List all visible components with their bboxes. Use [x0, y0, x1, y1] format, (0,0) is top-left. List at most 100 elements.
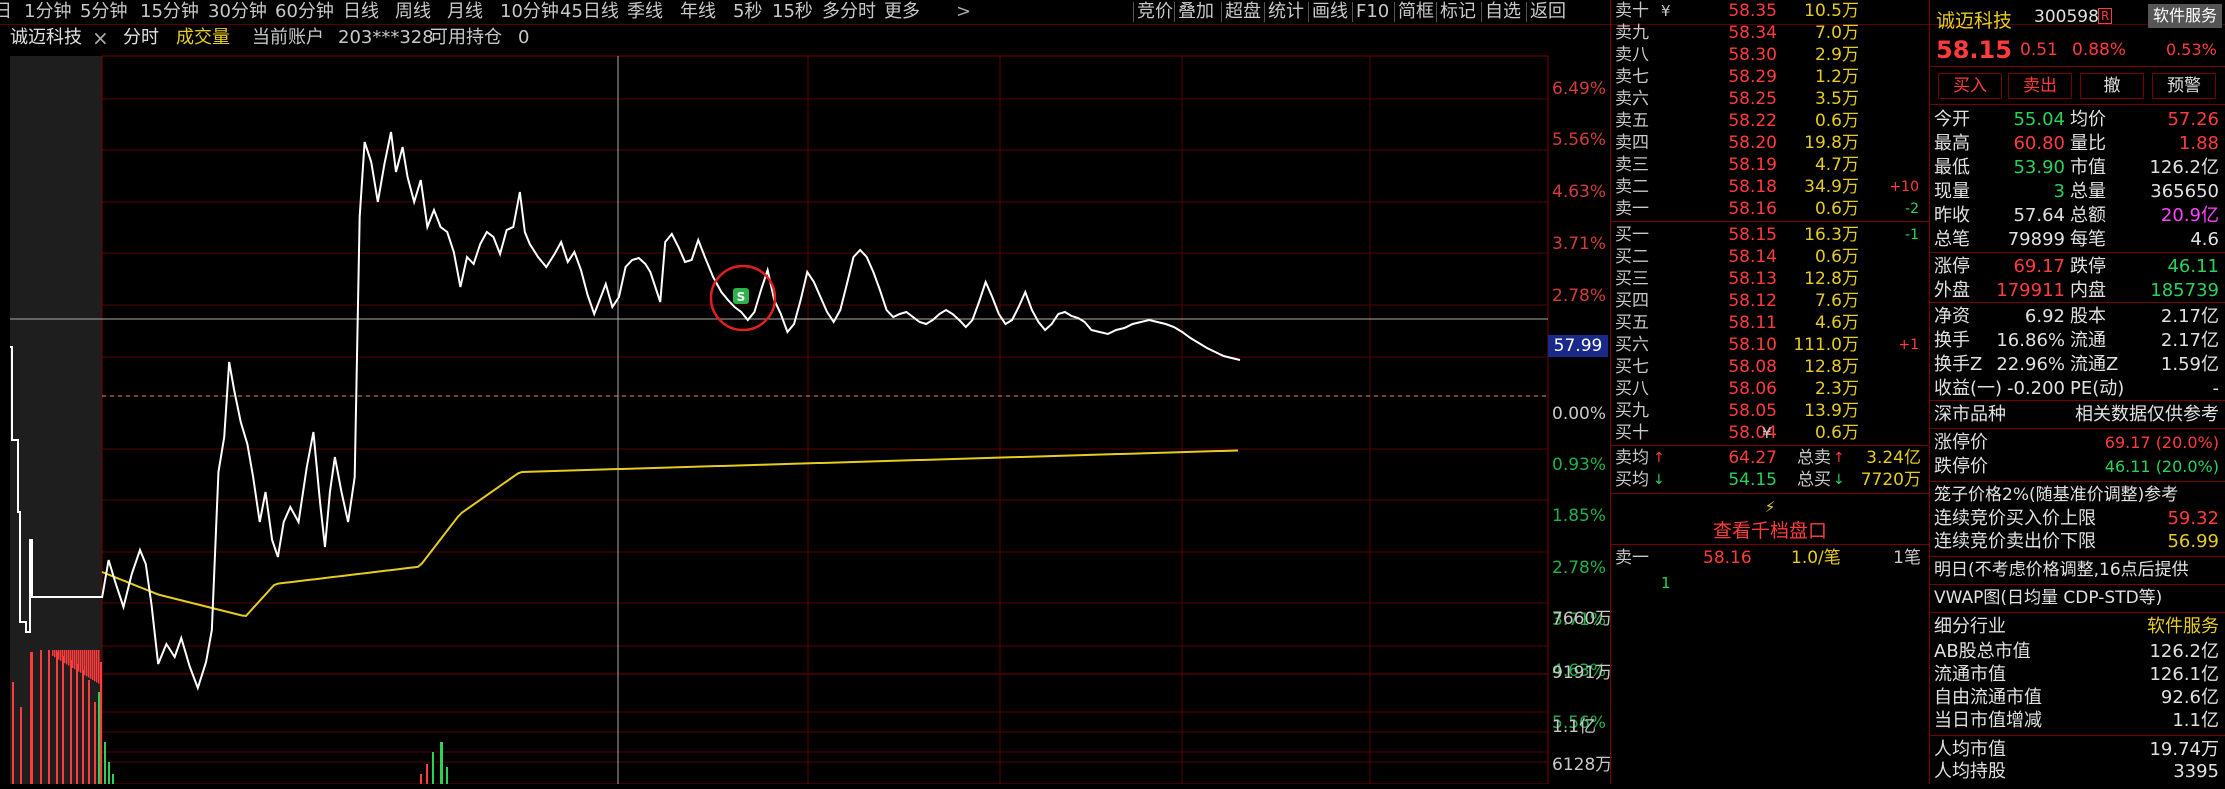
period-tab-3[interactable]: 15分钟 [140, 0, 199, 24]
period-tab-11[interactable]: 季线 [627, 0, 663, 24]
period-tab-4[interactable]: 30分钟 [208, 0, 267, 24]
quote-row: 现量 3 总量 365650 [1930, 180, 2225, 203]
period-tab-15[interactable]: 多分时 [822, 0, 876, 24]
ask-row[interactable]: 卖八 58.30 2.9万 [1611, 45, 1929, 66]
bid-row[interactable]: 买四 58.12 7.6万 [1611, 291, 1929, 312]
period-tab-16[interactable]: 更多 [884, 0, 920, 24]
intraday-chart[interactable]: S 6.49% 5.56% 4.63% 3.71% 2.78% 1.85% 0.00% 0.9… [0, 52, 1612, 785]
quote-row: 换手Z 22.96% 流通Z 1.59亿 [1930, 353, 2225, 376]
indicator-label[interactable]: 成交量 [176, 24, 230, 52]
period-tab-6[interactable]: 日线 [343, 0, 379, 24]
period-tab-2[interactable]: 5分钟 [80, 0, 127, 24]
ask-row[interactable]: 卖七 58.29 1.2万 [1611, 67, 1929, 88]
tomorrow-note[interactable]: 明日(不考虑价格调整,16点后提供 [1934, 559, 2189, 582]
close-icon[interactable]: × [92, 24, 109, 52]
tomorrow-row[interactable]: 明日(不考虑价格调整,16点后提供 [1930, 559, 2225, 582]
price-change: 0.51 [2020, 40, 2058, 60]
vwap-row[interactable]: VWAP图(日均量 CDP-STD等) [1930, 587, 2225, 610]
volume-bar [432, 752, 434, 784]
ask-row[interactable]: 卖四 58.20 19.8万 [1611, 133, 1929, 154]
limit-up-value: 69.17 (20.0%) [2104, 433, 2219, 452]
period-tab-9[interactable]: 10分钟 [500, 0, 559, 24]
vwap-note[interactable]: VWAP图(日均量 CDP-STD等) [1934, 587, 2162, 610]
tool-button-1[interactable]: 叠加 [1178, 0, 1214, 24]
queue-price: 58.16 [1703, 548, 1752, 568]
ask-row[interactable]: 卖二 58.18 34.9万 +10 [1611, 177, 1929, 198]
ask-change: +10 [1889, 179, 1919, 195]
trade-button-0[interactable]: 买入 [1938, 73, 2002, 99]
limit-down-row: 跌停价 46.11 (20.0%) [1930, 455, 2225, 478]
quote-label: 每笔 [2070, 229, 2106, 250]
ask-row[interactable]: 卖一 58.16 0.6万 -2 [1611, 199, 1929, 220]
volume-bar [98, 650, 100, 684]
bid-row[interactable]: 买二 58.14 0.6万 [1611, 247, 1929, 268]
period-tab-7[interactable]: 周线 [395, 0, 431, 24]
volume-bar [96, 650, 98, 683]
bid-row[interactable]: 买六 58.10 111.0万 +1 [1611, 335, 1929, 356]
trade-button-3[interactable]: 预警 [2152, 73, 2216, 99]
tool-button-6[interactable]: 简框 [1398, 0, 1434, 24]
price-axis-label: 2.78% [1552, 558, 1607, 578]
period-tab-14[interactable]: 15秒 [772, 0, 813, 24]
price-change-pct: 0.88% [2072, 40, 2127, 60]
quote-value: 53.90 [2013, 157, 2065, 178]
ask-volume: 2.9万 [1814, 45, 1859, 65]
price-axis-label: 1.85% [1552, 506, 1607, 526]
bid-row[interactable]: 买一 58.15 16.3万 -1 [1611, 225, 1929, 246]
ask-row[interactable]: 卖十 ¥58.35 10.5万 [1611, 1, 1929, 22]
period-tab-8[interactable]: 月线 [447, 0, 483, 24]
tool-button-7[interactable]: 标记 [1440, 0, 1476, 24]
period-tab-10[interactable]: 45日线 [560, 0, 619, 24]
period-tab-13[interactable]: 5秒 [733, 0, 762, 24]
ask-row[interactable]: 卖五 58.22 0.6万 [1611, 111, 1929, 132]
chart-info-bar: 诚迈科技 × 分时 成交量 当前账户 203***328 可用持仓 0 [0, 24, 1610, 52]
period-tab-12[interactable]: 年线 [680, 0, 716, 24]
industry-label: 细分行业 [1934, 616, 2006, 637]
quote-divider [1930, 428, 2225, 429]
stock-name: 诚迈科技 [10, 27, 82, 48]
mode-label[interactable]: 分时 [123, 24, 159, 52]
quote-row: 今开 55.04 均价 57.26 [1930, 108, 2225, 131]
quote-label: 流通 [2070, 330, 2106, 351]
bid-row[interactable]: 买七 58.08 12.8万 [1611, 357, 1929, 378]
ask-total-arrow-icon: ↑ [1833, 450, 1845, 466]
tool-button-8[interactable]: 自选 [1485, 0, 1521, 24]
period-tab-0[interactable]: 日 [0, 0, 12, 24]
ask-row[interactable]: 卖九 58.34 7.0万 [1611, 23, 1929, 44]
bid-row[interactable]: 买五 58.11 4.6万 [1611, 313, 1929, 334]
bid-row[interactable]: 买三 58.13 12.8万 [1611, 269, 1929, 290]
trade-button-2[interactable]: 撤 [2080, 73, 2144, 99]
ask-row[interactable]: 卖三 58.19 4.7万 [1611, 155, 1929, 176]
bid-row[interactable]: 买八 58.06 2.3万 [1611, 379, 1929, 400]
volume-bar [56, 650, 58, 659]
quote-value: 57.64 [2013, 205, 2065, 226]
bid-row[interactable]: 买九 58.05 13.9万 [1611, 401, 1929, 422]
quote-stock-name: 诚迈科技 [1936, 10, 2013, 32]
sector-button[interactable]: 软件服务 [2148, 4, 2222, 28]
period-tab-5[interactable]: 60分钟 [275, 0, 334, 24]
tool-button-9[interactable]: 返回 [1530, 0, 1566, 24]
depth-link[interactable]: 查看千档盘口 [1611, 518, 1929, 544]
ask-row[interactable]: 卖六 58.25 3.5万 [1611, 89, 1929, 110]
period-tab-1[interactable]: 1分钟 [24, 0, 71, 24]
ask-price: 58.20 [1728, 133, 1777, 153]
quote-label: 股本 [2070, 306, 2106, 327]
tool-button-2[interactable]: 超盘 [1225, 0, 1261, 24]
ask-price: 58.29 [1728, 67, 1777, 87]
tool-button-4[interactable]: 画线 [1312, 0, 1348, 24]
trade-button-1[interactable]: 卖出 [2008, 73, 2072, 99]
bid-price: 58.08 [1728, 357, 1777, 377]
intraday-chart-svg[interactable]: S [0, 52, 1610, 785]
average-price-line [101, 449, 1239, 617]
more-periods-arrow[interactable]: > [956, 0, 971, 24]
quote-label: 跌停 [2070, 256, 2106, 277]
ask-level-label: 卖七 [1615, 67, 1649, 87]
quote-row: 收益(一) -0.200 PE(动) - [1930, 377, 2225, 400]
tool-button-5[interactable]: F10 [1356, 0, 1389, 24]
tool-button-0[interactable]: 竞价 [1137, 0, 1173, 24]
chart-grid [101, 56, 1548, 784]
bid-row[interactable]: 买十 58.04 ¥0.6万 [1611, 423, 1929, 444]
industry-value[interactable]: 软件服务 [2147, 615, 2219, 638]
volume-bar [68, 650, 70, 666]
tool-button-3[interactable]: 统计 [1268, 0, 1304, 24]
